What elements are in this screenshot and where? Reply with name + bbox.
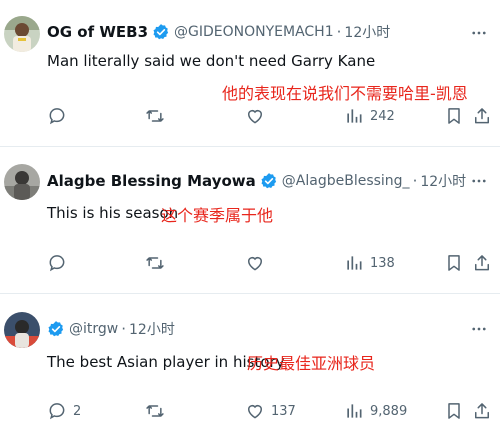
retweet-icon xyxy=(146,405,164,417)
bookmark-button[interactable] xyxy=(444,251,464,275)
share-icon xyxy=(475,108,489,124)
views-count: 9,889 xyxy=(370,403,408,419)
retweet-button[interactable] xyxy=(145,251,171,275)
like-button[interactable] xyxy=(245,104,271,128)
tweet[interactable]: Alagbe Blessing Mayowa @AlagbeBlessing_ … xyxy=(0,146,500,294)
avatar[interactable] xyxy=(4,312,40,348)
tweet[interactable]: OG of WEB3 @GIDEONONYEMACH1 · 12小时 Man l… xyxy=(0,0,500,147)
share-button[interactable] xyxy=(472,399,492,423)
tweet-text: This is his season xyxy=(47,204,179,222)
views-button[interactable]: 242 xyxy=(344,104,395,128)
reply-count: 2 xyxy=(73,403,82,419)
like-button[interactable] xyxy=(245,251,271,275)
retweet-icon xyxy=(146,257,164,269)
like-icon xyxy=(248,110,262,124)
display-name[interactable]: OG of WEB3 xyxy=(47,23,148,41)
bookmark-icon xyxy=(448,403,460,419)
retweet-icon xyxy=(146,110,164,122)
views-icon xyxy=(347,109,362,123)
tweet-text: Man literally said we don't need Garry K… xyxy=(47,52,376,70)
tweet-actions: 242 xyxy=(0,104,500,128)
bookmark-icon xyxy=(448,255,460,271)
verified-badge-icon xyxy=(48,321,64,337)
views-count: 242 xyxy=(370,108,395,124)
separator-dot: · xyxy=(336,23,342,41)
retweet-button[interactable] xyxy=(145,399,171,423)
handle[interactable]: @GIDEONONYEMACH1 xyxy=(174,24,334,40)
display-name[interactable]: Alagbe Blessing Mayowa xyxy=(47,172,256,190)
like-count: 137 xyxy=(271,403,296,419)
like-button[interactable]: 137 xyxy=(245,399,296,423)
views-icon xyxy=(347,404,362,418)
share-button[interactable] xyxy=(472,104,492,128)
avatar[interactable] xyxy=(4,16,40,52)
share-button[interactable] xyxy=(472,251,492,275)
views-icon xyxy=(347,256,362,270)
bookmark-button[interactable] xyxy=(444,399,464,423)
timestamp[interactable]: 12小时 xyxy=(420,171,466,191)
like-icon xyxy=(248,405,262,419)
reply-button[interactable] xyxy=(47,104,73,128)
share-icon xyxy=(475,255,489,271)
bookmark-icon xyxy=(448,108,460,124)
reply-button[interactable]: 2 xyxy=(47,399,81,423)
more-icon[interactable] xyxy=(468,22,490,44)
more-icon[interactable] xyxy=(468,170,490,192)
reply-icon xyxy=(49,403,65,420)
tweet-feed: OG of WEB3 @GIDEONONYEMACH1 · 12小时 Man l… xyxy=(0,0,500,440)
timestamp[interactable]: 12小时 xyxy=(344,22,390,42)
views-count: 138 xyxy=(370,255,395,271)
verified-badge-icon xyxy=(153,24,169,40)
reply-button[interactable] xyxy=(47,251,73,275)
like-icon xyxy=(248,257,262,271)
avatar[interactable] xyxy=(4,164,40,200)
reply-icon xyxy=(49,108,65,125)
bookmark-button[interactable] xyxy=(444,104,464,128)
retweet-button[interactable] xyxy=(145,104,171,128)
share-icon xyxy=(475,403,489,419)
reply-icon xyxy=(49,255,65,272)
translation-annotation: 这个赛季属于他 xyxy=(161,206,274,225)
translation-annotation: 历史最佳亚洲球员 xyxy=(247,354,376,373)
more-icon[interactable] xyxy=(468,318,490,340)
views-button[interactable]: 138 xyxy=(344,251,395,275)
views-button[interactable]: 9,889 xyxy=(344,399,407,423)
separator-dot: · xyxy=(412,172,418,190)
translation-annotation: 他的表现在说我们不需要哈里-凯恩 xyxy=(222,84,468,103)
tweet[interactable]: @itrgw · 12小时 The best Asian player in h… xyxy=(0,293,500,440)
handle[interactable]: @AlagbeBlessing_ xyxy=(282,173,410,189)
timestamp[interactable]: 12小时 xyxy=(129,319,175,339)
handle[interactable]: @itrgw xyxy=(69,321,118,337)
separator-dot: · xyxy=(121,320,127,338)
verified-badge-icon xyxy=(261,173,276,189)
tweet-actions: 2 137 9,889 xyxy=(0,399,500,423)
tweet-actions: 138 xyxy=(0,251,500,275)
